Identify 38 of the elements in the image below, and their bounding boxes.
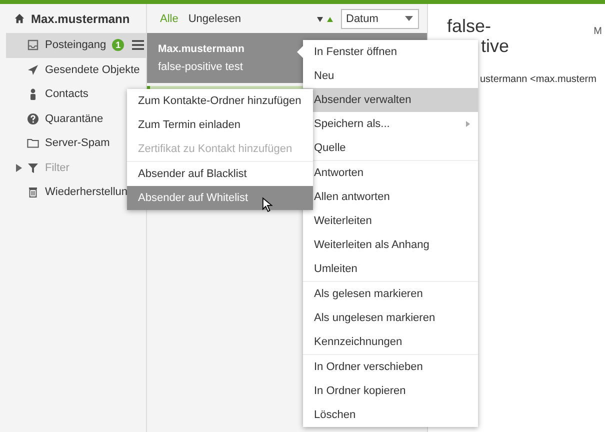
menu-item[interactable]: Weiterleiten als Anhang (303, 233, 478, 257)
menu-item[interactable]: Löschen (303, 403, 478, 427)
submenu-arrow-icon (466, 121, 470, 127)
filter-tab[interactable]: Ungelesen (185, 12, 244, 24)
folder-icon (27, 137, 39, 150)
menu-item[interactable]: Als ungelesen markieren (303, 306, 478, 330)
folder-item[interactable]: Server-Spam (0, 131, 112, 156)
help-icon (27, 112, 39, 125)
inbox-icon (27, 39, 39, 52)
message-subject: tive (481, 36, 510, 56)
folder-item[interactable]: Posteingang 1 (6, 33, 146, 58)
menu-item[interactable]: Als gelesen markieren (303, 282, 478, 306)
folder-item[interactable]: Contacts (0, 82, 90, 106)
message-subject: false- (447, 16, 492, 36)
folder-item[interactable]: Gesendete Objekte (0, 58, 142, 82)
funnel-icon (27, 162, 39, 174)
menu-item[interactable]: Kennzeichnungen (303, 330, 478, 354)
message-date: M (594, 26, 602, 39)
sender-address: ustermann <max.musterm (480, 74, 598, 85)
folder-item[interactable]: Wiederherstellun (0, 180, 130, 204)
home-icon (14, 13, 25, 24)
menu-item[interactable]: Zum Termin einladen (127, 113, 313, 137)
trash-icon (27, 186, 39, 198)
menu-item[interactable]: Weiterleiten (303, 209, 478, 233)
menu-item[interactable]: In Ordner verschieben (303, 355, 478, 379)
dropdown-arrow-icon (405, 16, 413, 21)
sort-select[interactable]: Datum (341, 8, 419, 28)
menu-item[interactable]: In Ordner kopieren (303, 379, 478, 403)
menu-item[interactable]: Umleiten (303, 257, 478, 281)
menu-item[interactable]: Absender auf Blacklist (127, 162, 313, 186)
paper-plane-icon (27, 64, 39, 76)
mouse-cursor-icon (262, 197, 273, 213)
unread-badge: 1 (112, 39, 124, 52)
menu-icon[interactable] (132, 40, 144, 50)
menu-item[interactable]: Absender verwalten (303, 88, 478, 112)
folder-item[interactable]: Quarantäne (0, 106, 106, 131)
sort-arrows-icon[interactable] (317, 14, 333, 22)
account-name: Max.mustermann (31, 12, 130, 26)
